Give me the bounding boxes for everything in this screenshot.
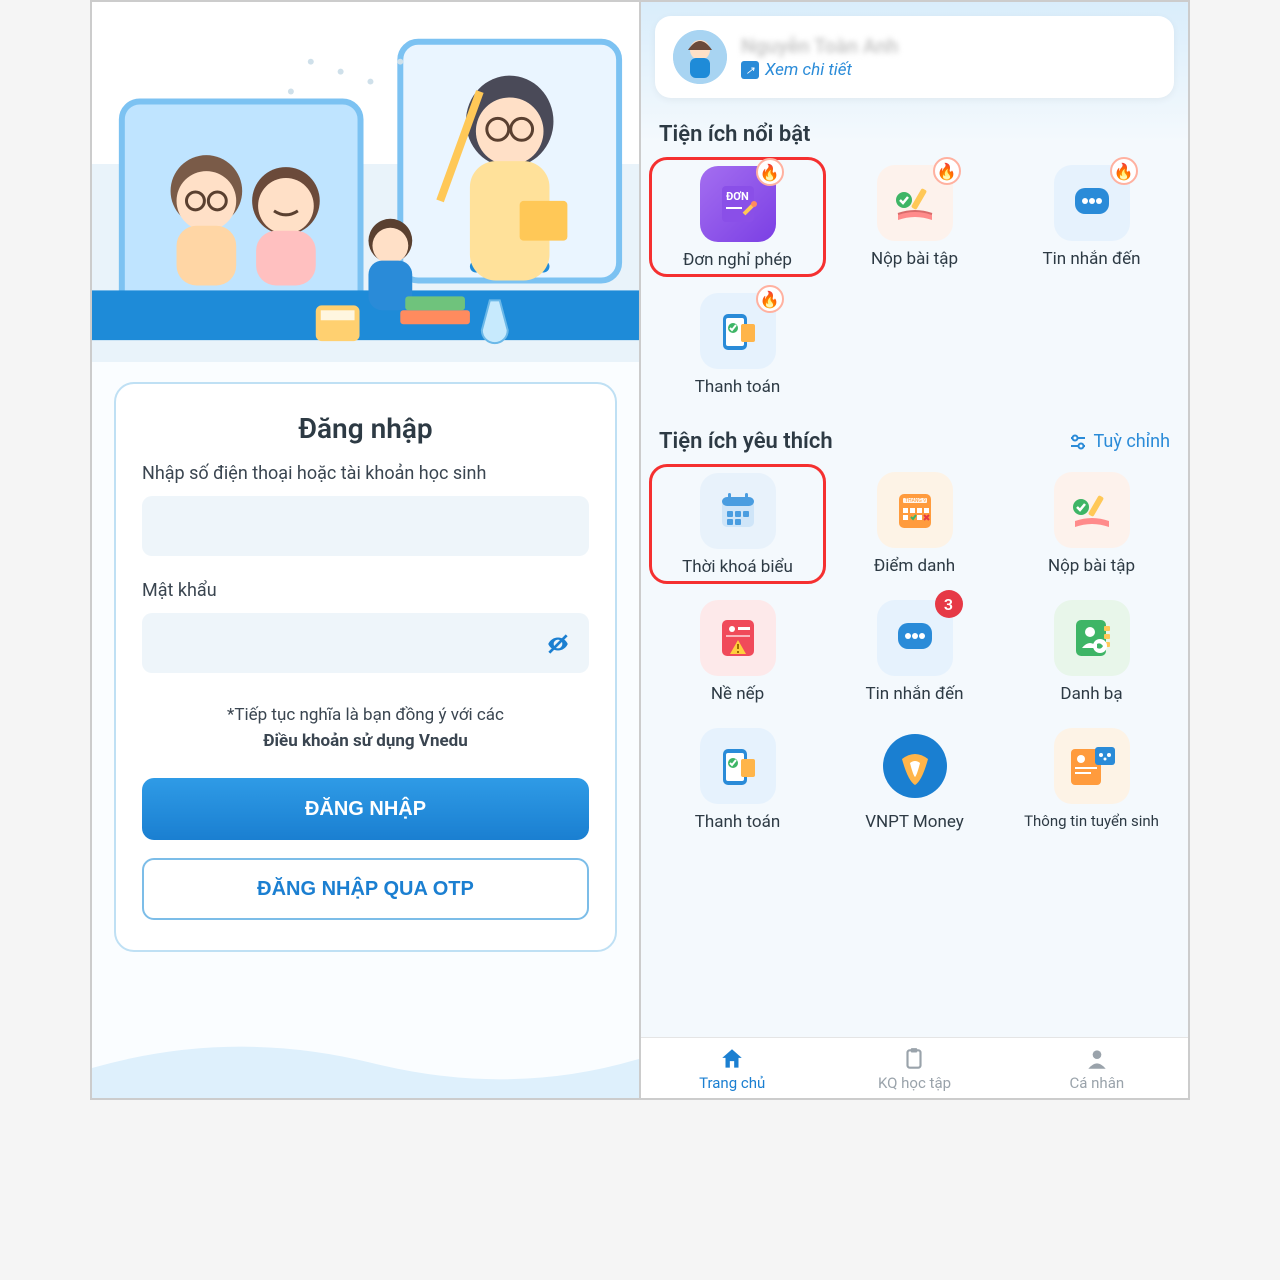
profile-detail-link[interactable]: ↗ Xem chi tiết — [741, 60, 898, 80]
tile-diem-danh[interactable]: THÁNG 9 Điểm danh — [826, 464, 1003, 584]
login-card: Đăng nhập Nhập số điện thoại hoặc tài kh… — [114, 382, 617, 952]
svg-text:THÁNG 9: THÁNG 9 — [905, 497, 926, 504]
person-icon — [1084, 1046, 1110, 1072]
tile-thoi-khoa-bieu[interactable]: Thời khoá biểu — [649, 464, 826, 584]
tile-nop-bai-tap-2[interactable]: Nộp bài tập — [1003, 464, 1180, 584]
nav-profile[interactable]: Cá nhân — [1006, 1038, 1188, 1098]
featured-header: Tiện ích nổi bật — [641, 98, 1188, 157]
favorite-grid: Thời khoá biểu THÁNG 9 Điểm danh Nộp bài… — [641, 464, 1188, 840]
vnpt-money-icon — [880, 731, 950, 801]
fire-icon: 🔥 — [756, 285, 784, 313]
sliders-icon — [1068, 432, 1088, 452]
attendance-icon: THÁNG 9 — [891, 486, 939, 534]
tile-thanh-toan[interactable]: 🔥 Thanh toán — [649, 285, 826, 405]
tile-ne-nep[interactable]: Nề nếp — [649, 592, 826, 712]
tile-tin-nhan-den[interactable]: 🔥 Tin nhắn đến — [1003, 157, 1180, 277]
count-badge: 3 — [935, 590, 963, 618]
login-title: Đăng nhập — [142, 412, 589, 445]
fire-icon: 🔥 — [933, 157, 961, 185]
home-icon — [719, 1046, 745, 1072]
profile-card[interactable]: Nguyễn Toàn Anh ↗ Xem chi tiết — [655, 16, 1174, 98]
tile-tin-nhan-den-2[interactable]: 3 Tin nhắn đến — [826, 592, 1003, 712]
homework-icon — [1067, 485, 1117, 535]
svg-text:ĐƠN: ĐƠN — [726, 190, 749, 203]
expand-icon: ↗ — [741, 61, 759, 79]
eye-off-icon[interactable] — [545, 631, 571, 661]
nav-results[interactable]: KQ học tập — [823, 1038, 1005, 1098]
featured-grid: ĐƠN 🔥 Đơn nghỉ phép 🔥 Nộp bài tập 🔥 — [641, 157, 1188, 405]
message-icon — [890, 613, 940, 663]
illustration-svg — [92, 2, 639, 360]
fire-icon: 🔥 — [1110, 157, 1138, 185]
contacts-icon — [1068, 614, 1116, 662]
terms-text: *Tiếp tục nghĩa là bạn đồng ý với các Đi… — [142, 703, 589, 754]
username-input[interactable] — [142, 496, 589, 556]
tile-danh-ba[interactable]: Danh bạ — [1003, 592, 1180, 712]
customize-button[interactable]: Tuỳ chỉnh — [1068, 431, 1170, 452]
tile-don-nghi-phep[interactable]: ĐƠN 🔥 Đơn nghỉ phép — [649, 157, 826, 277]
calendar-icon — [714, 487, 762, 535]
profile-name: Nguyễn Toàn Anh — [741, 34, 898, 58]
message-icon — [1067, 178, 1117, 228]
terms-link[interactable]: Điều khoản sử dụng Vnedu — [263, 731, 468, 751]
homework-icon — [890, 178, 940, 228]
payment-icon — [713, 306, 763, 356]
login-otp-button[interactable]: ĐĂNG NHẬP QUA OTP — [142, 858, 589, 920]
payment-icon — [713, 741, 763, 791]
home-screen: Nguyễn Toàn Anh ↗ Xem chi tiết Tiện ích … — [641, 2, 1188, 1098]
admission-icon — [1065, 739, 1119, 793]
login-screen: Đăng nhập Nhập số điện thoại hoặc tài kh… — [92, 2, 641, 1098]
bottom-wave — [92, 1028, 641, 1098]
tile-nop-bai-tap[interactable]: 🔥 Nộp bài tập — [826, 157, 1003, 277]
favorite-header: Tiện ích yêu thích Tuỳ chỉnh — [641, 405, 1188, 464]
warning-icon — [714, 614, 762, 662]
avatar — [673, 30, 727, 84]
tile-thanh-toan-2[interactable]: Thanh toán — [649, 720, 826, 840]
login-button[interactable]: ĐĂNG NHẬP — [142, 778, 589, 840]
tile-vnpt-money[interactable]: VNPT Money — [826, 720, 1003, 840]
login-illustration — [92, 2, 639, 362]
password-input[interactable] — [142, 613, 589, 673]
username-label: Nhập số điện thoại hoặc tài khoản học si… — [142, 463, 589, 484]
password-label: Mật khẩu — [142, 580, 589, 601]
bottom-nav: Trang chủ KQ học tập Cá nhân — [641, 1037, 1188, 1098]
clipboard-icon — [901, 1046, 927, 1072]
tile-tuyen-sinh[interactable]: Thông tin tuyển sinh — [1003, 720, 1180, 840]
nav-home[interactable]: Trang chủ — [641, 1038, 823, 1098]
fire-icon: 🔥 — [756, 158, 784, 186]
form-icon: ĐƠN — [716, 182, 760, 226]
